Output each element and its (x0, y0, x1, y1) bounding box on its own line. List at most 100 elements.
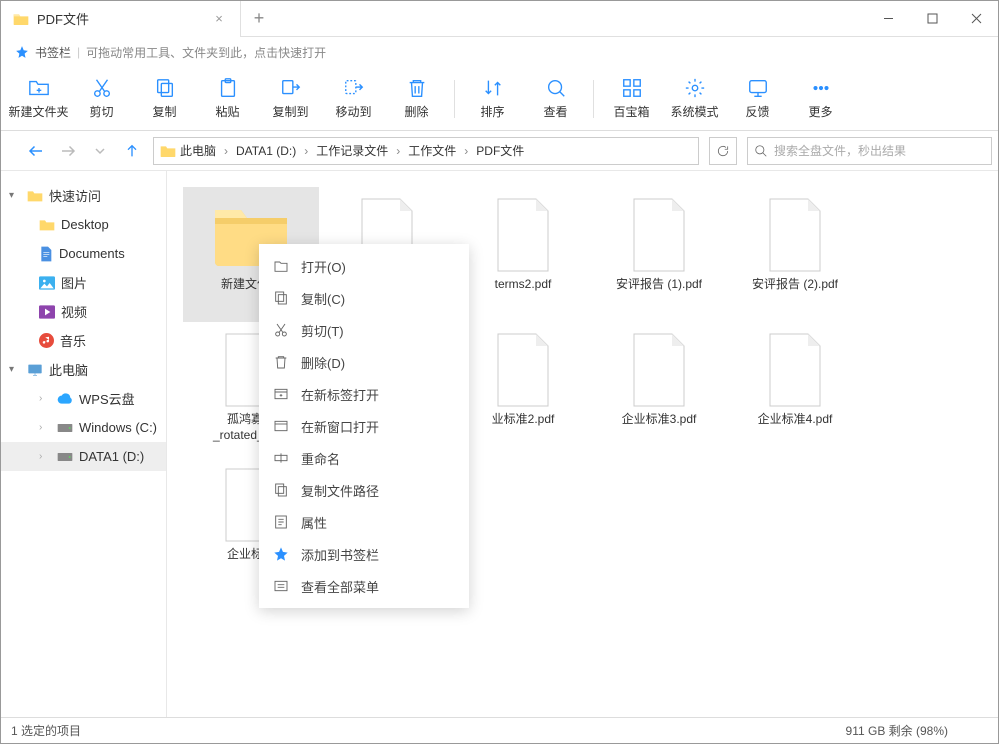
file-item-pdf[interactable]: 企业标准3.pdf (591, 322, 727, 457)
star-icon (15, 45, 29, 59)
tab-active[interactable]: PDF文件 × (1, 1, 241, 37)
titlebar: PDF文件 × + (1, 1, 998, 37)
sidebar-music[interactable]: 音乐 (31, 326, 166, 355)
ctx-add-bookmark[interactable]: 添加到书签栏 (259, 538, 469, 570)
bookmarks-bar: 书签栏 | 可拖动常用工具、文件夹到此，点击快速打开 (1, 37, 998, 67)
sidebar-desktop[interactable]: Desktop (31, 210, 166, 239)
star-icon (273, 546, 289, 562)
window-controls (866, 1, 998, 37)
close-button[interactable] (954, 1, 998, 37)
sidebar-windows-c[interactable]: ›Windows (C:) (31, 413, 166, 442)
breadcrumb[interactable]: 此电脑 (180, 142, 216, 159)
file-label: 业标准2.pdf (492, 412, 555, 428)
nav-forward-button[interactable] (57, 140, 79, 162)
ctx-view-all[interactable]: 查看全部菜单 (259, 570, 469, 602)
pictures-icon (39, 276, 55, 290)
cloud-icon (57, 393, 73, 405)
file-item-pdf[interactable]: 安评报告 (2).pdf (727, 187, 863, 322)
document-icon (39, 246, 53, 262)
address-bar[interactable]: 此电脑› DATA1 (D:)› 工作记录文件› 工作文件› PDF文件 (153, 137, 699, 165)
pdf-icon (494, 333, 552, 407)
navbar: 此电脑› DATA1 (D:)› 工作记录文件› 工作文件› PDF文件 搜索全… (1, 131, 998, 171)
main-area: ▾快速访问 Desktop Documents 图片 视频 音乐 ▾此电脑 ›W… (1, 171, 998, 717)
sidebar-this-pc[interactable]: ▾此电脑 (1, 355, 166, 384)
new-folder-button[interactable]: 新建文件夹 (7, 70, 70, 128)
refresh-button[interactable] (709, 137, 737, 165)
file-label: 安评报告 (1).pdf (616, 277, 702, 293)
folder-icon (39, 218, 55, 232)
file-label: 安评报告 (2).pdf (752, 277, 838, 293)
toolbox-button[interactable]: 百宝箱 (600, 70, 663, 128)
breadcrumb[interactable]: PDF文件 (476, 142, 524, 159)
pdf-icon (630, 198, 688, 272)
move-to-button[interactable]: 移动到 (322, 70, 385, 128)
sidebar-quick-access[interactable]: ▾快速访问 (1, 181, 166, 210)
view-button[interactable]: 查看 (524, 70, 587, 128)
feedback-button[interactable]: 反馈 (726, 70, 789, 128)
pdf-icon (766, 333, 824, 407)
search-icon (754, 144, 768, 158)
nav-history-dropdown[interactable] (89, 140, 111, 162)
copy-button[interactable]: 复制 (133, 70, 196, 128)
file-item-pdf[interactable]: 业标准2.pdf (455, 322, 591, 457)
maximize-button[interactable] (910, 1, 954, 37)
file-label: terms2.pdf (495, 277, 552, 293)
tab-title: PDF文件 (37, 9, 89, 28)
ctx-copy[interactable]: 复制(C) (259, 282, 469, 314)
search-placeholder: 搜索全盘文件，秒出结果 (774, 142, 906, 159)
status-disk: 911 GB 剩余 (98%) (846, 722, 988, 739)
ctx-copy-path[interactable]: 复制文件路径 (259, 474, 469, 506)
file-label: 企业标准4.pdf (758, 412, 833, 428)
sidebar-data1-d[interactable]: ›DATA1 (D:) (1, 442, 166, 471)
pdf-icon (494, 198, 552, 272)
sidebar-pictures[interactable]: 图片 (31, 268, 166, 297)
ctx-open-new-tab[interactable]: 在新标签打开 (259, 378, 469, 410)
ctx-open-new-window[interactable]: 在新窗口打开 (259, 410, 469, 442)
folder-icon (13, 12, 29, 26)
music-icon (39, 333, 54, 348)
ctx-properties[interactable]: 属性 (259, 506, 469, 538)
sidebar: ▾快速访问 Desktop Documents 图片 视频 音乐 ▾此电脑 ›W… (1, 171, 167, 717)
pdf-icon (766, 198, 824, 272)
pc-icon (27, 363, 43, 377)
status-selection: 1 选定的项目 (11, 722, 81, 739)
breadcrumb[interactable]: DATA1 (D:) (236, 144, 296, 158)
sidebar-wps-cloud[interactable]: ›WPS云盘 (31, 384, 166, 413)
more-button[interactable]: 更多 (789, 70, 852, 128)
file-item-pdf[interactable]: 企业标准4.pdf (727, 322, 863, 457)
breadcrumb[interactable]: 工作文件 (408, 142, 456, 159)
nav-up-button[interactable] (121, 140, 143, 162)
folder-icon (160, 144, 176, 158)
sidebar-videos[interactable]: 视频 (31, 297, 166, 326)
sort-button[interactable]: 排序 (461, 70, 524, 128)
context-menu: 打开(O) 复制(C) 剪切(T) 删除(D) 在新标签打开 在新窗口打开 重命… (259, 244, 469, 608)
status-bar: 1 选定的项目 911 GB 剩余 (98%) (1, 717, 998, 743)
tab-close-icon[interactable]: × (210, 11, 228, 26)
cut-button[interactable]: 剪切 (70, 70, 133, 128)
folder-icon (27, 189, 43, 203)
drive-icon (57, 451, 73, 463)
breadcrumb[interactable]: 工作记录文件 (316, 142, 388, 159)
minimize-button[interactable] (866, 1, 910, 37)
sidebar-documents[interactable]: Documents (31, 239, 166, 268)
copy-to-button[interactable]: 复制到 (259, 70, 322, 128)
toolbar-ribbon: 新建文件夹 剪切 复制 粘贴 复制到 移动到 删除 排序 查看 百宝箱 系统模式… (1, 67, 998, 131)
bookmarks-label: 书签栏 (35, 44, 71, 61)
bookmarks-hint: 可拖动常用工具、文件夹到此，点击快速打开 (86, 44, 326, 61)
file-item-pdf[interactable]: terms2.pdf (455, 187, 591, 322)
system-mode-button[interactable]: 系统模式 (663, 70, 726, 128)
delete-button[interactable]: 删除 (385, 70, 448, 128)
search-box[interactable]: 搜索全盘文件，秒出结果 (747, 137, 992, 165)
nav-back-button[interactable] (25, 140, 47, 162)
ctx-cut[interactable]: 剪切(T) (259, 314, 469, 346)
paste-button[interactable]: 粘贴 (196, 70, 259, 128)
drive-icon (57, 422, 73, 434)
videos-icon (39, 305, 55, 319)
ctx-open[interactable]: 打开(O) (259, 250, 469, 282)
pdf-icon (630, 333, 688, 407)
new-tab-button[interactable]: + (241, 8, 277, 29)
file-item-pdf[interactable]: 安评报告 (1).pdf (591, 187, 727, 322)
ctx-rename[interactable]: 重命名 (259, 442, 469, 474)
file-label: 企业标准3.pdf (622, 412, 697, 428)
ctx-delete[interactable]: 删除(D) (259, 346, 469, 378)
